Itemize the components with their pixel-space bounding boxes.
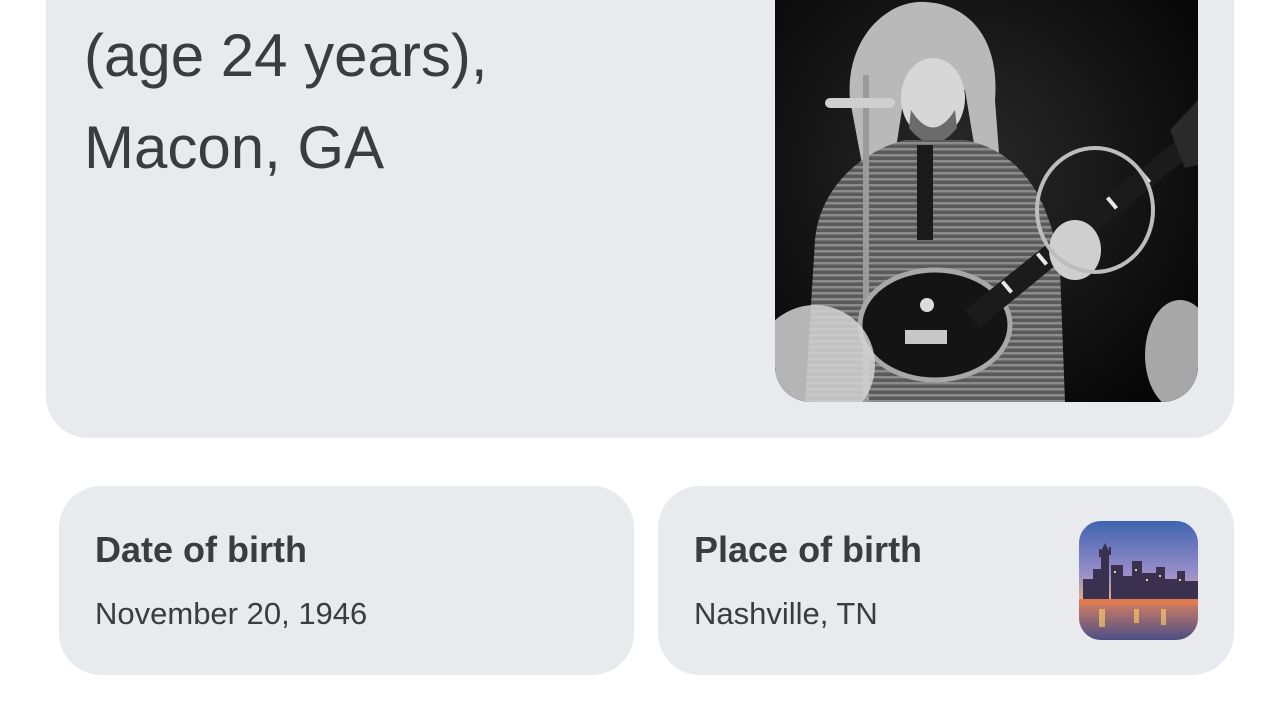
death-info-card[interactable]: (age 24 years), Macon, GA bbox=[46, 0, 1234, 438]
place-thumbnail[interactable] bbox=[1079, 521, 1198, 640]
death-place-text: Macon, GA bbox=[84, 114, 385, 181]
place-of-birth-value: Nashville, TN bbox=[694, 596, 878, 631]
portrait-image bbox=[775, 0, 1198, 402]
date-of-birth-card[interactable]: Date of birth November 20, 1946 bbox=[59, 486, 634, 675]
death-details: (age 24 years), Macon, GA bbox=[84, 10, 488, 194]
death-age-text: (age 24 years), bbox=[84, 22, 488, 89]
date-of-birth-value: November 20, 1946 bbox=[95, 596, 368, 631]
date-of-birth-label: Date of birth bbox=[95, 529, 307, 570]
place-of-birth-card[interactable]: Place of birth Nashville, TN bbox=[658, 486, 1234, 675]
portrait-photo[interactable] bbox=[775, 0, 1198, 402]
place-of-birth-label: Place of birth bbox=[694, 529, 923, 570]
knowledge-panel: (age 24 years), Macon, GA Date of birth … bbox=[0, 0, 1280, 720]
skyline-image bbox=[1079, 521, 1198, 640]
